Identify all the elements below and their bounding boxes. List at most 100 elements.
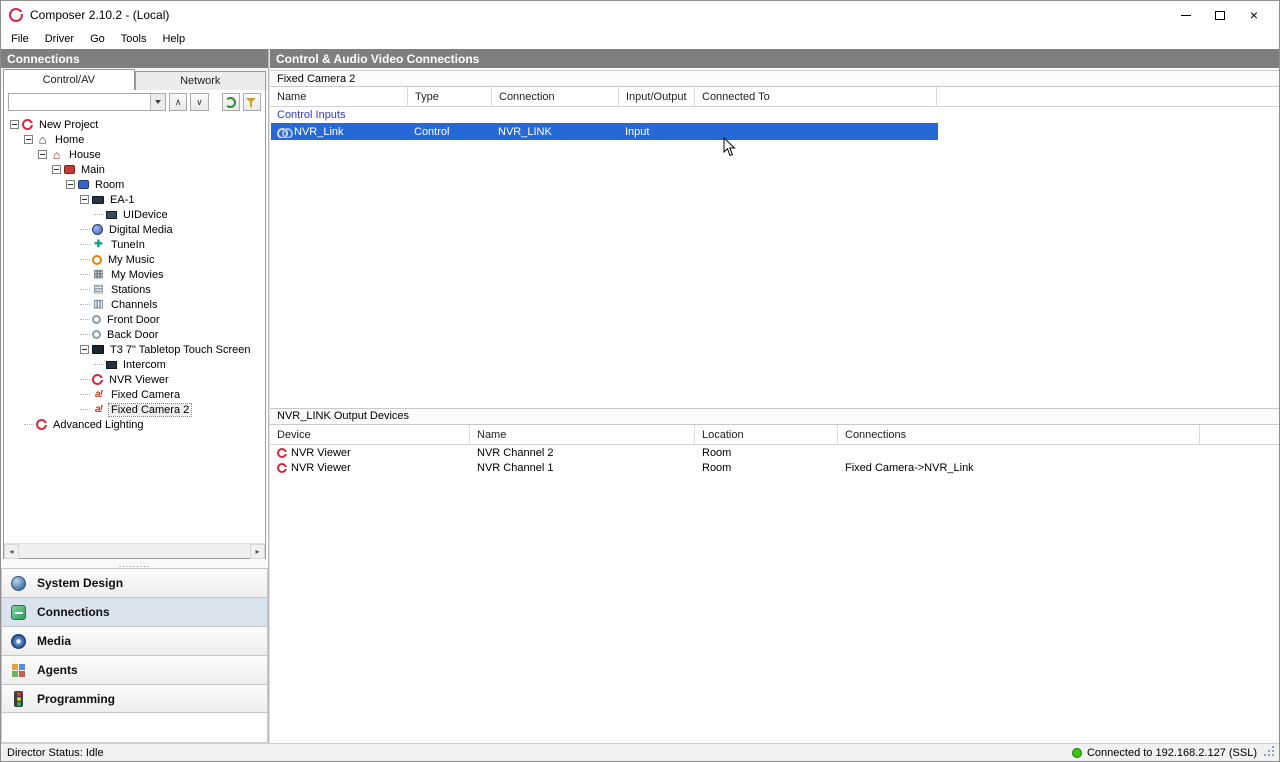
collapse-toggle-icon[interactable] <box>24 135 33 144</box>
tree-item-channels[interactable]: Channels <box>4 297 265 312</box>
tree-item-room[interactable]: Room <box>4 177 265 192</box>
scroll-right-icon[interactable] <box>250 543 265 559</box>
nav-agents[interactable]: Agents <box>1 655 268 684</box>
app-window: Composer 2.10.2 - (Local) × File Driver Go… <box>0 0 1280 762</box>
connection-name-cell: NVR_Link <box>271 126 408 138</box>
tree-item-label: Room <box>95 178 125 191</box>
refresh-button[interactable] <box>221 93 240 111</box>
output-location-cell: Room <box>702 462 732 474</box>
tree-item-label: TuneIn <box>111 238 145 251</box>
tree-item-label: NVR Viewer <box>109 373 169 386</box>
tree-item-tunein[interactable]: TuneIn <box>4 237 265 252</box>
column-header-connected-to[interactable]: Connected To <box>695 87 937 107</box>
tree-item-advanced-lighting[interactable]: Advanced Lighting <box>4 417 265 432</box>
collapse-toggle-icon[interactable] <box>66 180 75 189</box>
nav-media[interactable]: Media <box>1 626 268 655</box>
tree-item-intercom[interactable]: Intercom <box>4 357 265 372</box>
collapse-toggle-icon[interactable] <box>10 120 19 129</box>
output-device-row[interactable]: NVR Viewer NVR Channel 1 Room Fixed Camera-… <box>270 461 1279 476</box>
tree-item-main[interactable]: Main <box>4 162 265 177</box>
director-status-text: Director Status: Idle <box>7 746 104 759</box>
scroll-track[interactable] <box>19 544 250 559</box>
tree-item-t3-7-tabletop-touch-screen[interactable]: T3 7" Tabletop Touch Screen <box>4 342 265 357</box>
tree-item-label: Fixed Camera 2 <box>107 402 193 417</box>
maximize-button[interactable] <box>1203 3 1237 27</box>
tree-item-my-music[interactable]: My Music <box>4 252 265 267</box>
output-column-header-location[interactable]: Location <box>695 424 838 445</box>
window-controls: × <box>1169 3 1271 27</box>
filter-button[interactable] <box>242 93 261 111</box>
tree-item-fixed-camera-2[interactable]: Fixed Camera 2 <box>4 402 265 417</box>
splitter-handle[interactable] <box>1 559 268 568</box>
window-title: Composer 2.10.2 - (Local) <box>30 8 170 22</box>
output-rows: NVR Viewer NVR Channel 2 Room NVR Viewer NVR… <box>270 445 1279 476</box>
tree-item-label: My Movies <box>111 268 164 281</box>
search-input[interactable] <box>9 94 150 110</box>
tree-item-front-door[interactable]: Front Door <box>4 312 265 327</box>
nvr-viewer-icon <box>277 463 287 473</box>
tree-hscrollbar[interactable] <box>4 543 265 559</box>
collapse-toggle-icon[interactable] <box>80 195 89 204</box>
menu-help[interactable]: Help <box>154 31 193 47</box>
output-device-row[interactable]: NVR Viewer NVR Channel 2 Room <box>270 446 1279 461</box>
resize-grip[interactable] <box>1264 746 1276 758</box>
sidebar: Connections Control/AVNetwork New Projec… <box>1 49 269 743</box>
close-button[interactable]: × <box>1237 3 1271 27</box>
camera-icon <box>92 388 105 401</box>
house-icon <box>50 148 63 161</box>
find-next-button[interactable] <box>190 93 209 111</box>
output-column-header-device[interactable]: Device <box>270 424 470 445</box>
app-logo-icon <box>9 8 23 22</box>
tree-item-stations[interactable]: Stations <box>4 282 265 297</box>
collapse-toggle-icon[interactable] <box>80 345 89 354</box>
column-header-name[interactable]: Name <box>270 87 408 107</box>
output-column-header-name[interactable]: Name <box>470 424 695 445</box>
combo-dropdown-button[interactable] <box>150 94 165 110</box>
nav-connections[interactable]: Connections <box>1 597 268 626</box>
tree-item-label: My Music <box>108 253 155 266</box>
tree-item-label: Intercom <box>123 358 166 371</box>
tree-item-home[interactable]: Home <box>4 132 265 147</box>
tree-item-label: Channels <box>111 298 158 311</box>
tree-item-label: Stations <box>111 283 151 296</box>
touchscreen-icon <box>92 345 104 354</box>
connection-row[interactable]: NVR_Link Control NVR_LINK Input <box>271 123 938 140</box>
tree-item-house[interactable]: House <box>4 147 265 162</box>
find-previous-button[interactable] <box>169 93 188 111</box>
nav-system-design[interactable]: System Design <box>1 568 268 597</box>
selected-device-caption: Fixed Camera 2 <box>270 70 1279 87</box>
sidebar-tabs: Control/AV Network <box>1 68 268 90</box>
tree-item-uidevice[interactable]: UIDevice <box>4 207 265 222</box>
scroll-left-icon[interactable] <box>4 543 19 559</box>
front-door-icon <box>92 315 101 324</box>
tree-item-label: Digital Media <box>109 223 173 236</box>
column-header-input-output[interactable]: Input/Output <box>619 87 695 107</box>
column-header-type[interactable]: Type <box>408 87 492 107</box>
tab-network[interactable]: Network <box>134 71 266 90</box>
menu-driver[interactable]: Driver <box>37 31 82 47</box>
menu-tools[interactable]: Tools <box>113 31 155 47</box>
column-header-connection[interactable]: Connection <box>492 87 619 107</box>
tree-item-nvr-viewer[interactable]: NVR Viewer <box>4 372 265 387</box>
system-design-icon <box>11 575 26 591</box>
tree-item-back-door[interactable]: Back Door <box>4 327 265 342</box>
menu-go[interactable]: Go <box>82 31 113 47</box>
tree-connector <box>80 259 90 260</box>
collapse-toggle-icon[interactable] <box>38 150 47 159</box>
connections-empty-area <box>270 140 1279 408</box>
tree-connector <box>80 304 90 305</box>
menu-file[interactable]: File <box>3 31 37 47</box>
tree-item-new-project[interactable]: New Project <box>4 117 265 132</box>
output-column-header-connections[interactable]: Connections <box>838 424 1200 445</box>
tab-control-av[interactable]: Control/AV <box>3 69 135 90</box>
output-header-row: Device Name Location Connections <box>270 424 1279 445</box>
tree-item-my-movies[interactable]: My Movies <box>4 267 265 282</box>
tree-item-fixed-camera[interactable]: Fixed Camera <box>4 387 265 402</box>
tree-item-digital-media[interactable]: Digital Media <box>4 222 265 237</box>
tree-item-ea-1[interactable]: EA-1 <box>4 192 265 207</box>
collapse-toggle-icon[interactable] <box>52 165 61 174</box>
device-search-combobox[interactable] <box>8 93 166 111</box>
nav-programming[interactable]: Programming <box>1 684 268 713</box>
nav-label: System Design <box>37 576 124 590</box>
minimize-button[interactable] <box>1169 3 1203 27</box>
